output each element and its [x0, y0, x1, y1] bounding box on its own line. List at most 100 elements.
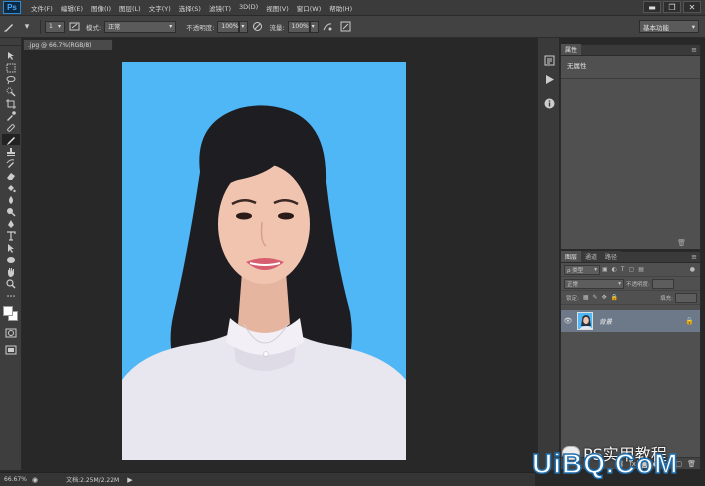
menu-filter[interactable]: 滤镜(T) [205, 3, 235, 13]
zoom-level[interactable]: 66.67% [4, 476, 32, 483]
delete-icon[interactable]: 🗑 [677, 239, 686, 247]
eraser-tool-icon[interactable] [2, 170, 20, 181]
maximize-button[interactable]: ❐ [663, 1, 681, 13]
opacity-input[interactable]: 100% [217, 20, 240, 33]
zoom-tool-icon[interactable] [2, 278, 20, 289]
blend-row: 正常 ▾ 不透明度: [561, 277, 700, 291]
quick-selection-tool-icon[interactable] [2, 86, 20, 97]
panel-menu-icon[interactable]: ≡ [691, 253, 697, 261]
document-tab[interactable]: .jpg @ 66.7%(RGB/8) [23, 39, 113, 50]
filter-toggle-icon[interactable]: ● [690, 266, 695, 273]
layer-opacity-input[interactable] [651, 278, 674, 289]
filter-shape-icon[interactable]: ▢ [629, 266, 635, 273]
history-panel-icon[interactable] [540, 52, 558, 68]
menu-view[interactable]: 视图(V) [262, 3, 293, 13]
image-canvas[interactable] [122, 62, 406, 460]
brush-panel-icon[interactable] [67, 20, 81, 34]
flow-input[interactable]: 100% [287, 20, 310, 33]
layer-name[interactable]: 背景 [599, 316, 612, 326]
clone-stamp-tool-icon[interactable] [2, 146, 20, 157]
layer-thumbnail [577, 312, 593, 330]
menu-layer[interactable]: 图层(L) [115, 3, 145, 13]
lock-pixels-icon[interactable]: ✎ [593, 294, 598, 301]
mode-select[interactable]: 正常 ▾ [104, 20, 177, 33]
menu-help[interactable]: 帮助(H) [325, 3, 356, 13]
history-brush-tool-icon[interactable] [2, 158, 20, 169]
airbrush-icon[interactable] [321, 20, 335, 34]
filter-type-icon[interactable]: T [621, 266, 625, 273]
lock-position-icon[interactable]: ✥ [602, 294, 607, 301]
layer-row-background[interactable]: 👁 背景 🔒 [561, 310, 700, 332]
chevron-down-icon: ▾ [241, 23, 245, 30]
close-button[interactable]: ✕ [683, 1, 701, 13]
chevron-down-icon: ▾ [691, 22, 695, 31]
menu-window[interactable]: 窗口(W) [293, 3, 326, 13]
filter-smart-object-icon[interactable]: ▤ [638, 266, 644, 273]
pressure-size-icon[interactable] [339, 20, 353, 34]
tab-paths[interactable]: 路径 [601, 251, 622, 262]
filter-adjustment-icon[interactable]: ◐ [612, 266, 617, 273]
collapsed-panel-dock [537, 38, 559, 470]
visibility-eye-icon[interactable]: 👁 [561, 317, 575, 325]
panel-menu-icon[interactable]: ≡ [691, 46, 697, 54]
fill-input[interactable] [675, 292, 697, 303]
menu-select[interactable]: 选择(S) [175, 3, 205, 13]
hand-tool-icon[interactable] [2, 266, 20, 277]
chevron-down-icon[interactable]: ▾ [20, 20, 34, 34]
marquee-tool-icon[interactable] [2, 62, 20, 73]
brush-tool-icon[interactable] [2, 134, 20, 145]
menu-edit[interactable]: 编辑(E) [57, 3, 87, 13]
screen-mode-icon[interactable] [2, 344, 20, 355]
menu-file[interactable]: 文件(F) [27, 3, 57, 13]
actions-panel-icon[interactable] [540, 71, 558, 87]
foreground-color-swatch[interactable] [3, 306, 13, 316]
type-tool-icon[interactable] [2, 230, 20, 241]
move-tool-icon[interactable] [2, 50, 20, 61]
divider [40, 19, 41, 34]
pen-tool-icon[interactable] [2, 218, 20, 229]
blur-tool-icon[interactable] [2, 194, 20, 205]
dodge-tool-icon[interactable] [2, 206, 20, 217]
flow-value: 100% [291, 23, 309, 30]
workspace-select[interactable]: 基本功能 ▾ [639, 20, 699, 33]
tab-layers[interactable]: 图层 [561, 251, 582, 262]
fill-label: 填充: [660, 295, 673, 302]
properties-panel: 属性 ≡ 无属性 🗑 [560, 44, 701, 250]
brush-tool-preset-icon[interactable] [2, 20, 16, 34]
brush-size-picker[interactable]: 1 ▾ [45, 20, 65, 33]
menu-3d[interactable]: 3D(D) [235, 3, 262, 13]
lock-all-icon[interactable]: 🔒 [611, 294, 618, 301]
minimize-button[interactable]: ▬ [643, 1, 661, 13]
layer-kind-filter[interactable]: ρ 类型 ▾ [564, 264, 600, 275]
info-panel-icon[interactable] [540, 95, 558, 111]
blend-mode-select[interactable]: 正常 ▾ [564, 278, 624, 289]
flow-dropdown[interactable]: ▾ [309, 20, 319, 33]
paint-bucket-tool-icon[interactable] [2, 182, 20, 193]
opacity-label: 不透明度: [186, 23, 215, 32]
color-swatches[interactable] [2, 305, 20, 323]
eyedropper-tool-icon[interactable] [2, 110, 20, 121]
tab-channels[interactable]: 通道 [581, 251, 602, 262]
lock-transparent-icon[interactable]: ▦ [583, 294, 589, 301]
status-arrow-icon[interactable]: ▶ [127, 476, 132, 484]
toolbox-grip[interactable] [0, 38, 21, 46]
crop-tool-icon[interactable] [2, 98, 20, 109]
path-selection-tool-icon[interactable] [2, 242, 20, 253]
status-info-icon[interactable]: ◉ [32, 476, 38, 484]
lasso-tool-icon[interactable] [2, 74, 20, 85]
menu-type[interactable]: 文字(Y) [145, 3, 175, 13]
opacity-dropdown[interactable]: ▾ [239, 20, 249, 33]
layer-filter-row: ρ 类型 ▾ ▣ ◐ T ▢ ▤ ● [561, 263, 700, 277]
delete-layer-icon[interactable]: 🗑 [687, 460, 696, 468]
shape-tool-icon[interactable] [2, 254, 20, 265]
healing-brush-tool-icon[interactable] [2, 122, 20, 133]
filter-pixel-icon[interactable]: ▣ [602, 266, 608, 273]
menu-image[interactable]: 图像(I) [87, 3, 115, 13]
tab-properties[interactable]: 属性 [561, 44, 582, 55]
more-tools-icon[interactable] [2, 290, 20, 301]
status-bar: 66.67% ◉ 文档:2.25M/2.22M ▶ [0, 472, 535, 486]
quick-mask-icon[interactable] [2, 327, 20, 338]
brush-size-value: 1 [49, 23, 53, 30]
chevron-down-icon: ▾ [618, 280, 621, 287]
pressure-opacity-icon[interactable] [250, 20, 264, 34]
